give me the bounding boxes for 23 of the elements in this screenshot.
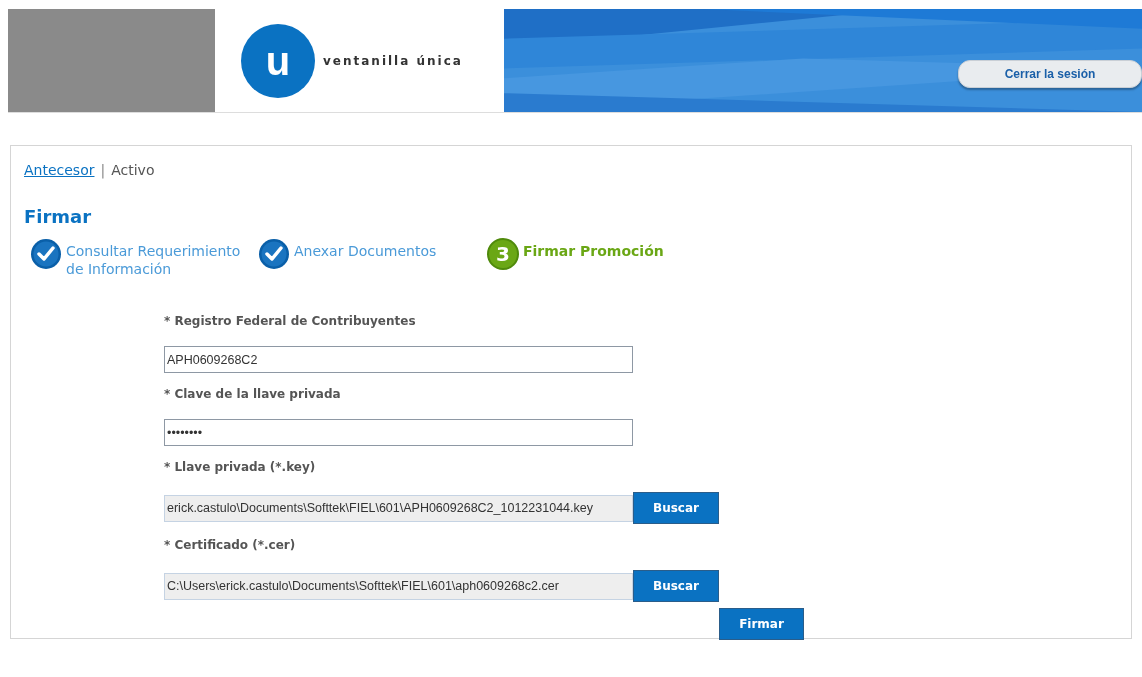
field-label: * Certificado (*.cer) xyxy=(164,537,297,554)
checkmark-icon xyxy=(258,238,290,270)
sign-button[interactable]: Firmar xyxy=(719,608,804,640)
file-path-field[interactable]: C:\Users\erick.castulo\Documents\Softtek\FIEL\601\aph0609268c2.cer xyxy=(164,572,633,600)
logout-button[interactable]: Cerrar la sesión xyxy=(958,60,1142,88)
breadcrumb-current: Activo xyxy=(111,161,155,180)
field-label: * Llave privada (*.key) xyxy=(164,459,317,476)
file-path-field[interactable]: erick.castulo\Documents\Softtek\FIEL\601\APH0609268C2_1012231044.key xyxy=(164,494,633,522)
field-label: * Clave de la llave privada xyxy=(164,386,342,403)
step-label: Anexar Documentos xyxy=(294,242,437,260)
checkmark-icon xyxy=(30,238,62,270)
browse-button[interactable]: Buscar xyxy=(633,570,719,602)
field-label: * Registro Federal de Contribuyentes xyxy=(164,313,417,330)
step-label: Consultar Requerimiento de Información xyxy=(66,242,242,278)
input-field[interactable]: APH0609268C2 xyxy=(164,346,633,373)
step-label: Firmar Promoción xyxy=(523,242,664,260)
breadcrumb-separator: | xyxy=(100,161,106,181)
browse-button[interactable]: Buscar xyxy=(633,492,719,524)
logo-text: ventanilla única xyxy=(323,52,463,70)
step-number-badge: 3 xyxy=(487,238,519,270)
page-title: Firmar xyxy=(24,205,93,229)
input-field[interactable]: •••••••• xyxy=(164,419,633,446)
breadcrumb-link[interactable]: Antecesor xyxy=(24,160,95,181)
